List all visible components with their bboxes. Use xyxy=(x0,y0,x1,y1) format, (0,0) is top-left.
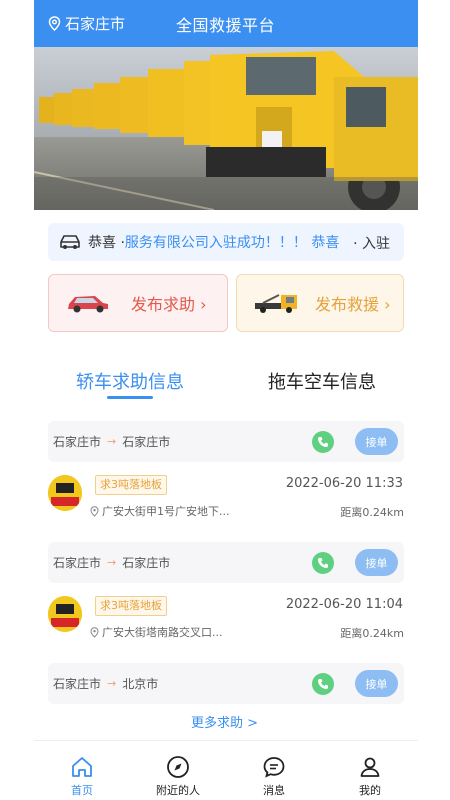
route-to: 石家庄市 xyxy=(122,435,171,449)
nav-home[interactable]: 首页 xyxy=(34,741,130,800)
route-row: 石家庄市 → 石家庄市 接单 xyxy=(48,542,404,583)
bottom-nav: 首页 附近的人 消息 我的 xyxy=(34,740,418,800)
announcement-text-highlight: 服务有限公司入驻成功！！！ 恭喜 xyxy=(124,235,340,251)
arrow-right-icon: → xyxy=(107,556,117,569)
message-icon xyxy=(262,755,286,779)
phone-call-button[interactable] xyxy=(312,552,334,574)
address: 广安大街塔南路交叉口... xyxy=(90,624,223,640)
arrow-right-icon: → xyxy=(107,677,117,690)
accept-order-button[interactable]: 接单 xyxy=(355,549,398,576)
nav-nearby-label: 附近的人 xyxy=(156,784,200,797)
top-bar: 石家庄市 全国救援平台 xyxy=(34,0,418,47)
location-pin-icon xyxy=(48,16,61,31)
location-pin-icon xyxy=(90,626,99,638)
publish-rescue-button[interactable]: 发布救援 › xyxy=(236,274,404,332)
nav-profile[interactable]: 我的 xyxy=(322,741,418,800)
route-to: 北京市 xyxy=(122,677,159,691)
publish-help-label: 发布求助 › xyxy=(131,295,207,314)
phone-call-button[interactable] xyxy=(312,673,334,695)
nav-messages[interactable]: 消息 xyxy=(226,741,322,800)
distance: 距离0.24km xyxy=(340,506,404,519)
car-icon xyxy=(58,233,82,251)
tab-car-help-label: 轿车求助信息 xyxy=(76,372,184,393)
list-item[interactable]: 求3吨落地板 2022-06-20 11:33 广安大街甲1号广安地下... 距… xyxy=(48,462,404,542)
announcement-text-end: · 入驻 xyxy=(349,233,390,253)
info-tabs: 轿车求助信息 拖车空车信息 xyxy=(34,368,418,408)
location-label: 石家庄市 xyxy=(65,15,126,33)
location-pin-icon xyxy=(90,505,99,517)
tab-tow-empty-label: 拖车空车信息 xyxy=(268,372,376,393)
accept-order-button[interactable]: 接单 xyxy=(355,670,398,697)
user-icon xyxy=(358,755,382,779)
help-list: 石家庄市 → 石家庄市 接单 求3吨落地板 2022-06-20 11:33 广… xyxy=(48,421,404,704)
tab-car-help[interactable]: 轿车求助信息 xyxy=(34,368,226,408)
location-selector[interactable]: 石家庄市 xyxy=(48,13,125,34)
announcement-bar[interactable]: 恭喜 · 服务有限公司入驻成功！！！ 恭喜 · 入驻 xyxy=(48,223,404,261)
phone-icon xyxy=(318,558,328,568)
list-item[interactable]: 求3吨落地板 2022-06-20 11:04 广安大街塔南路交叉口... 距离… xyxy=(48,583,404,663)
red-car-icon xyxy=(65,292,111,314)
accept-order-button[interactable]: 接单 xyxy=(355,428,398,455)
publish-rescue-label: 发布救援 › xyxy=(315,295,391,314)
nav-home-label: 首页 xyxy=(71,784,93,797)
tow-truck-icon xyxy=(253,291,301,315)
request-time: 2022-06-20 11:33 xyxy=(285,476,403,491)
page-title: 全国救援平台 xyxy=(176,16,276,35)
chevron-right-icon: › xyxy=(200,295,207,314)
address-text: 广安大街甲1号广安地下... xyxy=(102,505,230,518)
app-screen: 石家庄市 全国救援平台 恭喜 · 服务有限公司入驻成功！！！ 恭喜 · 入驻 发… xyxy=(34,0,418,800)
nav-profile-label: 我的 xyxy=(359,784,381,797)
tab-tow-empty[interactable]: 拖车空车信息 xyxy=(226,368,418,408)
route-to: 石家庄市 xyxy=(122,556,171,570)
phone-call-button[interactable] xyxy=(312,431,334,453)
route-row: 石家庄市 → 北京市 接单 xyxy=(48,663,404,704)
home-icon xyxy=(70,755,94,779)
address-text: 广安大街塔南路交叉口... xyxy=(102,626,223,639)
distance: 距离0.24km xyxy=(340,627,404,640)
nav-messages-label: 消息 xyxy=(263,784,285,797)
action-buttons: 发布求助 › 发布救援 › xyxy=(48,274,404,332)
request-tag: 求3吨落地板 xyxy=(95,475,167,495)
announcement-text-start: 恭喜 · xyxy=(88,235,125,251)
banner-image[interactable] xyxy=(34,47,418,210)
more-help-link[interactable]: 更多求助 > xyxy=(191,712,258,731)
publish-help-button[interactable]: 发布求助 › xyxy=(48,274,228,332)
route-from: 石家庄市 xyxy=(53,677,102,691)
route-row: 石家庄市 → 石家庄市 接单 xyxy=(48,421,404,462)
active-tab-indicator xyxy=(107,396,153,399)
nav-nearby[interactable]: 附近的人 xyxy=(130,741,226,800)
route-from: 石家庄市 xyxy=(53,556,102,570)
request-tag: 求3吨落地板 xyxy=(95,596,167,616)
request-time: 2022-06-20 11:04 xyxy=(285,597,403,612)
phone-icon xyxy=(318,437,328,447)
company-logo xyxy=(48,596,82,632)
phone-icon xyxy=(318,679,328,689)
arrow-right-icon: → xyxy=(107,435,117,448)
compass-icon xyxy=(166,755,190,779)
chevron-right-icon: › xyxy=(384,295,391,314)
address: 广安大街甲1号广安地下... xyxy=(90,503,230,519)
route-from: 石家庄市 xyxy=(53,435,102,449)
company-logo xyxy=(48,475,82,511)
